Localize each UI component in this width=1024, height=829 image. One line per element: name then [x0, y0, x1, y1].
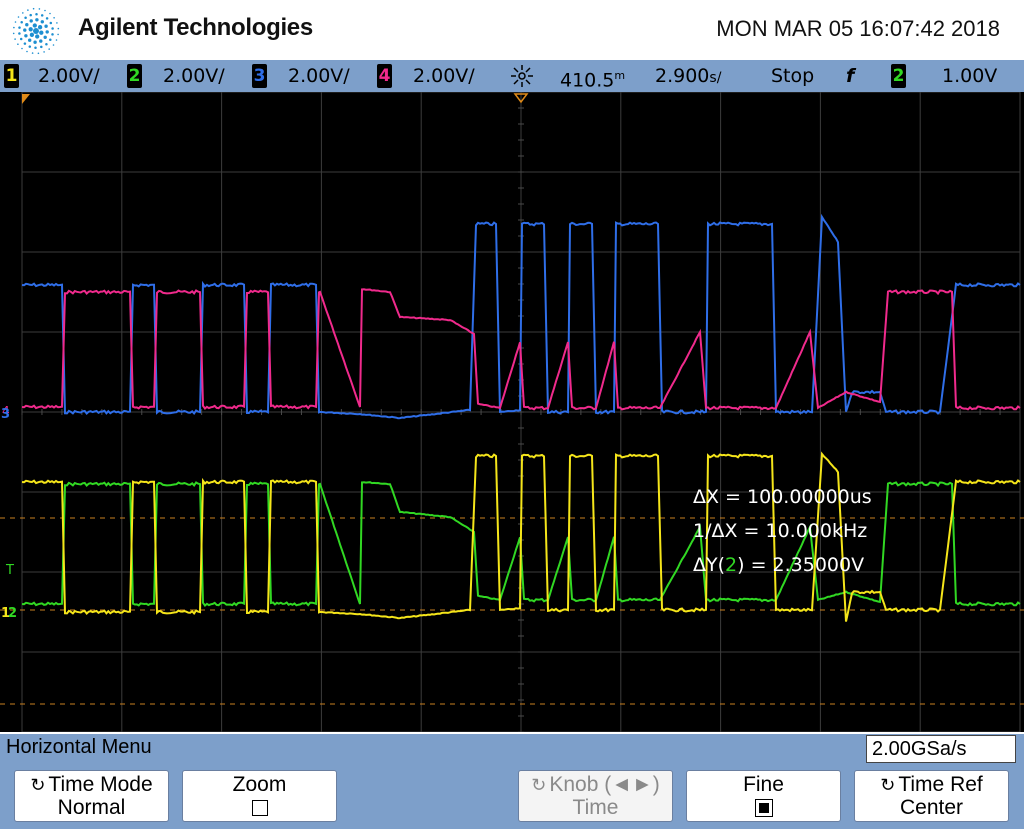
time-ref-softkey[interactable]: ↻ Time Ref Center: [854, 770, 1009, 822]
timebase-unit: s/: [709, 70, 722, 86]
delta-y-measurement: ΔY(2) = 2.35000V: [693, 554, 864, 576]
zoom-label: Zoom: [232, 773, 287, 796]
waveform-display: 4 3 T 1 2 ΔX = 100.00000us 1/ΔX = 10.000…: [0, 92, 1024, 732]
timebase-readout: 2.900s/: [655, 64, 721, 90]
sample-rate-readout: 2.00GSa/s: [866, 735, 1016, 763]
zoom-checkbox[interactable]: [251, 800, 268, 816]
rotate-knob-icon: ↻: [30, 775, 46, 795]
delay-value: 410.5: [560, 69, 615, 92]
channel-4-badge[interactable]: 4: [377, 64, 392, 88]
time-mode-value: Normal: [57, 796, 126, 819]
fine-label: Fine: [743, 773, 784, 796]
rotate-knob-icon: ↻: [531, 775, 547, 795]
channel-1-badge[interactable]: 1: [4, 64, 19, 88]
channel-4-scale: 2.00V/: [413, 65, 475, 87]
channel-1-scale: 2.00V/: [38, 65, 100, 87]
menu-title: Horizontal Menu: [6, 736, 152, 758]
channel-3-badge[interactable]: 3: [252, 64, 267, 88]
ch2-ground-marker: 2: [8, 606, 17, 621]
agilent-spark-logo-icon: [12, 7, 60, 55]
status-bar: 1 2.00V/ 2 2.00V/ 3 2.00V/ 4 2.00V/ 410.…: [0, 60, 1024, 92]
time-ref-value: Center: [899, 796, 964, 819]
knob-label: Knob (◄►): [549, 773, 660, 796]
time-ref-label: Time Ref: [898, 773, 983, 796]
header-bar: Agilent Technologies MON MAR 05 16:07:42…: [0, 0, 1024, 60]
fine-softkey[interactable]: Fine: [686, 770, 841, 822]
delay-readout: 410.5m: [560, 64, 625, 92]
rotate-knob-icon: ↻: [880, 775, 896, 795]
channel-3-scale: 2.00V/: [288, 65, 350, 87]
time-mode-softkey[interactable]: ↻ Time Mode Normal: [14, 770, 169, 822]
timebase-value: 2.900: [655, 65, 710, 87]
delta-y-suffix: ) = 2.35000V: [737, 554, 864, 576]
delay-unit: m: [614, 69, 626, 82]
zoom-softkey[interactable]: Zoom: [182, 770, 337, 822]
delta-y-prefix: ΔY(: [693, 554, 725, 576]
trigger-source-badge[interactable]: 2: [891, 64, 906, 88]
date-time: MON MAR 05 16:07:42 2018: [716, 16, 1000, 41]
delta-y-channel: 2: [725, 554, 737, 576]
knob-value: Time: [572, 796, 619, 819]
inverse-delta-x-measurement: 1/ΔX = 10.000kHz: [693, 520, 867, 542]
ch3-ground-marker: 3: [1, 407, 10, 422]
delta-x-measurement: ΔX = 100.00000us: [693, 486, 872, 508]
knob-softkey: ↻ Knob (◄►) Time: [518, 770, 673, 822]
trigger-level: 1.00V: [942, 65, 998, 87]
fine-checkbox[interactable]: [754, 799, 773, 817]
trigger-marker: T: [5, 563, 14, 578]
channel-2-badge[interactable]: 2: [127, 64, 142, 88]
sun-icon: [511, 65, 533, 87]
brand-name: Agilent Technologies: [78, 14, 313, 41]
menu-title-bar: Horizontal Menu: [0, 734, 860, 762]
channel-2-scale: 2.00V/: [163, 65, 225, 87]
trigger-falling-edge-icon: f: [846, 65, 855, 87]
time-mode-label: Time Mode: [48, 773, 153, 796]
run-state[interactable]: Stop: [771, 64, 814, 88]
